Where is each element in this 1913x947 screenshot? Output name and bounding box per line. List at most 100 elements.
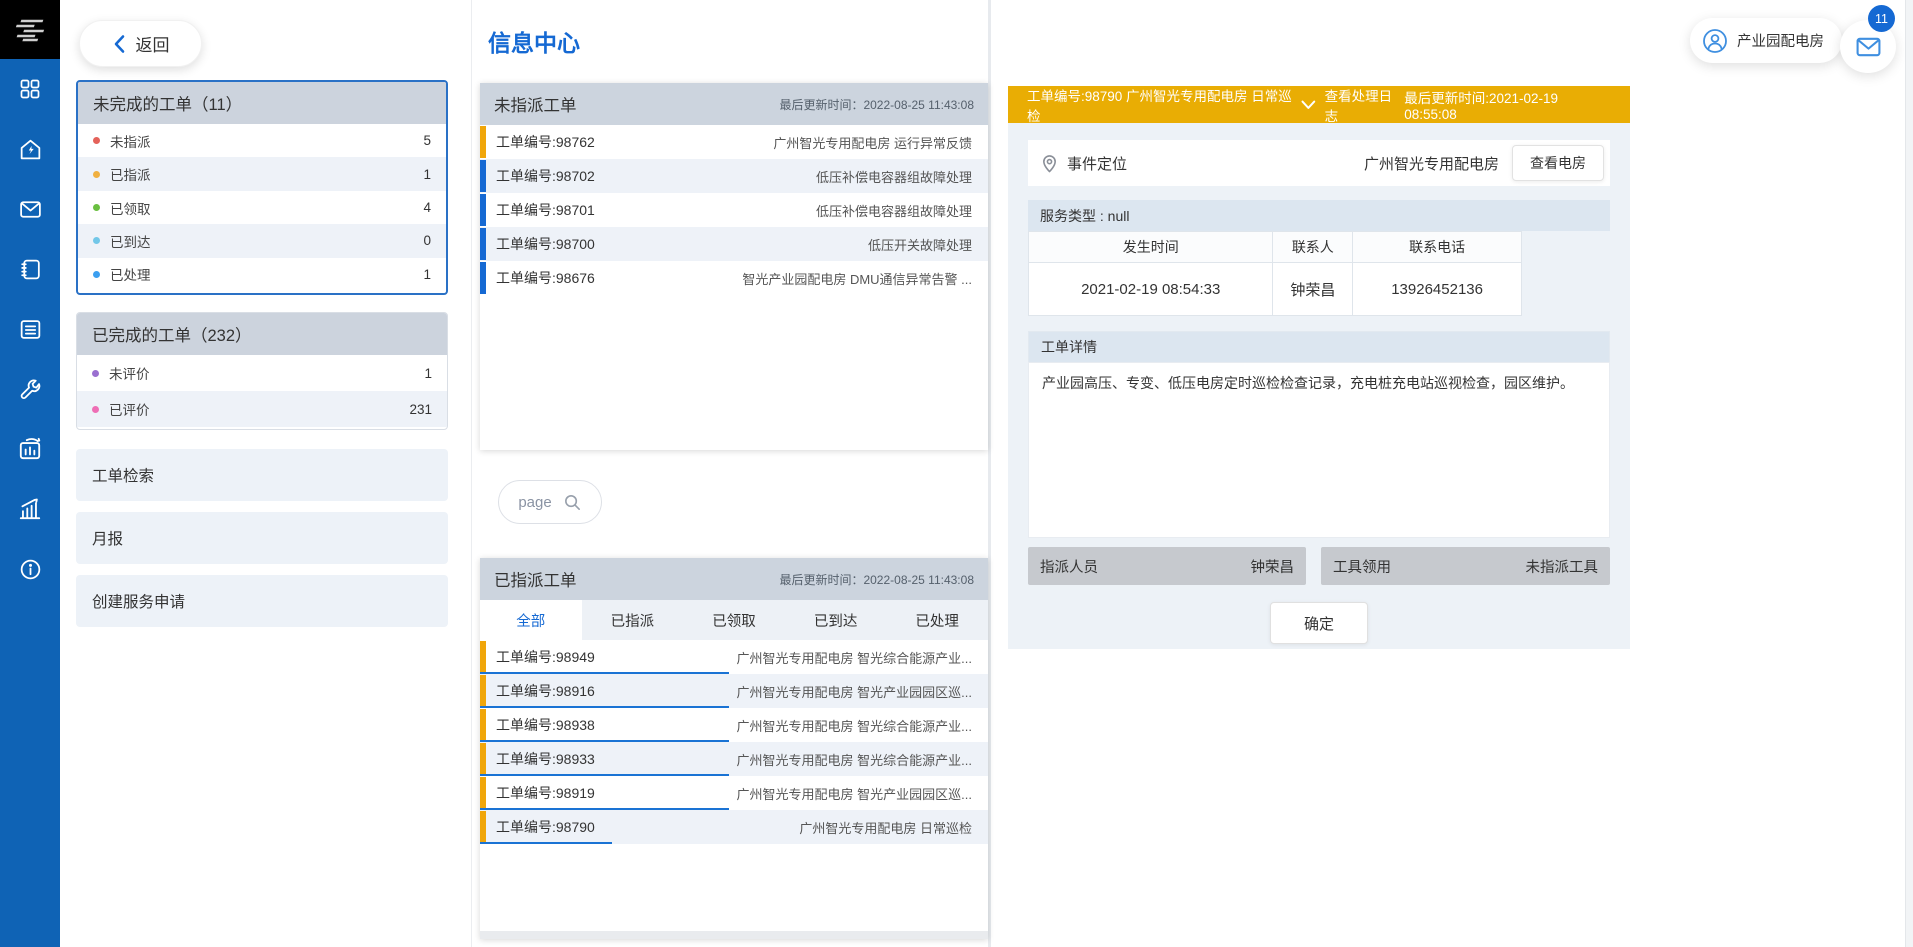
work-order-row[interactable]: 工单编号:98938 广州智光专用配电房 智光综合能源产业... (480, 708, 988, 742)
status-row-claimed[interactable]: 已领取 4 (78, 191, 446, 224)
tab-arrived[interactable]: 已到达 (785, 600, 887, 640)
priority-bar (480, 675, 486, 707)
work-order-id: 工单编号:98790 (496, 817, 595, 837)
order-search-button[interactable]: 工单检索 (76, 449, 448, 501)
mail-icon[interactable] (17, 196, 43, 222)
finished-orders-card: 已完成的工单（232） 未评价 1 已评价 231 (76, 312, 448, 430)
home-icon[interactable] (17, 136, 43, 162)
tools-label: 工具领用 (1333, 556, 1391, 577)
work-order-row[interactable]: 工单编号:98916 广州智光专用配电房 智光产业园园区巡... (480, 674, 988, 708)
contact-table-header-row: 发生时间 联系人 联系电话 (1029, 232, 1522, 263)
priority-bar (480, 641, 486, 673)
work-order-id: 工单编号:98949 (496, 647, 595, 667)
occur-time-cell: 2021-02-19 08:54:33 (1029, 263, 1273, 316)
work-order-desc: 广州智光专用配电房 运行异常反馈 (773, 133, 972, 152)
create-service-request-button[interactable]: 创建服务申请 (76, 575, 448, 627)
order-details-label: 工单详情 (1028, 331, 1610, 362)
status-row-unrated[interactable]: 未评价 1 (77, 355, 447, 391)
unfinished-orders-card: 未完成的工单（11） 未指派 5 已指派 1 已领取 4 (76, 80, 448, 295)
apps-icon[interactable] (17, 76, 43, 102)
order-detail-content: 事件定位 广州智光专用配电房 查看电房 服务类型 : null 发生时间 联系人… (1008, 123, 1630, 644)
status-dot (93, 171, 100, 178)
view-log-label: 查看处理日志 (1325, 85, 1405, 125)
tab-all[interactable]: 全部 (480, 600, 582, 640)
tools-bar[interactable]: 工具领用 未指派工具 (1321, 547, 1610, 585)
work-order-row[interactable]: 工单编号:98919 广州智光专用配电房 智光产业园园区巡... (480, 776, 988, 810)
priority-bar (480, 743, 486, 775)
status-row-unassigned[interactable]: 未指派 5 (78, 124, 446, 157)
work-order-id: 工单编号:98676 (496, 268, 595, 288)
unfinished-card-title: 未完成的工单（11） (78, 82, 446, 124)
contact-name-cell: 钟荣昌 (1273, 263, 1353, 316)
page-title: 信息中心 (488, 24, 580, 58)
trend-icon[interactable] (17, 496, 43, 522)
status-dot (93, 237, 100, 244)
work-order-id: 工单编号:98762 (496, 132, 595, 152)
status-dot (93, 204, 100, 211)
work-order-row[interactable]: 工单编号:98700 低压开关故障处理 (480, 227, 988, 261)
status-label: 已领取 (110, 198, 151, 218)
app-root: 返回 未完成的工单（11） 未指派 5 已指派 1 已领取 4 (0, 0, 1913, 947)
status-dot (92, 370, 99, 377)
contact-table: 发生时间 联系人 联系电话 2021-02-19 08:54:33 钟荣昌 13… (1028, 231, 1522, 316)
work-order-row[interactable]: 工单编号:98949 广州智光专用配电房 智光综合能源产业... (480, 640, 988, 674)
status-label: 已评价 (109, 399, 150, 419)
page-scrollbar[interactable] (1905, 0, 1913, 947)
assigned-rows: 工单编号:98949 广州智光专用配电房 智光综合能源产业... 工单编号:98… (480, 640, 988, 844)
unassigned-rows: 工单编号:98762 广州智光专用配电房 运行异常反馈 工单编号:98702 低… (480, 125, 988, 295)
status-row-processed[interactable]: 已处理 1 (78, 258, 446, 291)
work-order-id: 工单编号:98916 (496, 681, 595, 701)
status-count: 1 (424, 366, 432, 381)
notebook-icon[interactable] (17, 256, 43, 282)
order-banner-title: 工单编号:98790 广州智光专用配电房 日常巡检 (1027, 85, 1301, 125)
user-name-label: 产业园配电房 (1737, 30, 1824, 51)
status-dot (93, 271, 100, 278)
assignee-bar[interactable]: 指派人员 钟荣昌 (1028, 547, 1306, 585)
wrench-icon[interactable] (17, 376, 43, 402)
monthly-report-button[interactable]: 月报 (76, 512, 448, 564)
status-label: 已到达 (110, 231, 151, 251)
work-order-desc: 广州智光专用配电房 智光产业园园区巡... (737, 784, 972, 803)
assigned-panel-header: 已指派工单 最后更新时间：2022-08-25 11:43:08 (480, 558, 988, 600)
work-order-row[interactable]: 工单编号:98762 广州智光专用配电房 运行异常反馈 (480, 125, 988, 159)
work-order-id: 工单编号:98933 (496, 749, 595, 769)
report-icon[interactable] (17, 436, 43, 462)
unassigned-panel-title: 未指派工单 (494, 92, 577, 116)
view-room-button[interactable]: 查看电房 (1512, 145, 1604, 181)
tab-claimed[interactable]: 已领取 (683, 600, 785, 640)
status-count: 1 (423, 167, 431, 182)
status-row-assigned[interactable]: 已指派 1 (78, 157, 446, 190)
status-count: 0 (423, 233, 431, 248)
status-row-rated[interactable]: 已评价 231 (77, 391, 447, 427)
event-location-bar: 事件定位 广州智光专用配电房 查看电房 (1028, 140, 1610, 186)
assigned-orders-panel: 已指派工单 最后更新时间：2022-08-25 11:43:08 全部 已指派 … (480, 558, 988, 939)
work-order-id: 工单编号:98700 (496, 234, 595, 254)
back-button[interactable]: 返回 (79, 20, 202, 67)
status-label: 未指派 (110, 131, 151, 151)
view-log-button[interactable]: 查看处理日志 (1301, 85, 1404, 125)
brand-logo (0, 0, 60, 59)
mid-divider (988, 0, 991, 947)
priority-bar (480, 709, 486, 741)
work-order-row-selected[interactable]: 工单编号:98790 广州智光专用配电房 日常巡检 (480, 810, 988, 844)
work-order-desc: 低压补偿电容器组故障处理 (816, 201, 972, 220)
horizontal-scrollbar[interactable] (480, 931, 988, 939)
page-search-input[interactable]: page (498, 480, 602, 524)
work-order-row[interactable]: 工单编号:98676 智光产业园配电房 DMU通信异常告警 ... (480, 261, 988, 295)
list-icon[interactable] (17, 316, 43, 342)
location-pin-icon (1041, 154, 1058, 173)
status-label: 未评价 (109, 363, 150, 383)
info-icon[interactable] (17, 556, 43, 582)
work-order-row[interactable]: 工单编号:98933 广州智光专用配电房 智光综合能源产业... (480, 742, 988, 776)
work-order-row[interactable]: 工单编号:98701 低压补偿电容器组故障处理 (480, 193, 988, 227)
tab-processed[interactable]: 已处理 (886, 600, 988, 640)
priority-bar (480, 228, 486, 260)
confirm-button[interactable]: 确定 (1270, 602, 1368, 644)
tab-assigned[interactable]: 已指派 (582, 600, 684, 640)
event-location-label: 事件定位 (1067, 153, 1127, 174)
assignee-label: 指派人员 (1040, 556, 1098, 577)
status-row-arrived[interactable]: 已到达 0 (78, 224, 446, 257)
user-menu-button[interactable]: 产业园配电房 (1690, 18, 1842, 63)
work-order-row[interactable]: 工单编号:98702 低压补偿电容器组故障处理 (480, 159, 988, 193)
order-details-text: 产业园高压、专变、低压电房定时巡检检查记录，充电桩充电站巡视检查，园区维护。 (1028, 362, 1610, 538)
